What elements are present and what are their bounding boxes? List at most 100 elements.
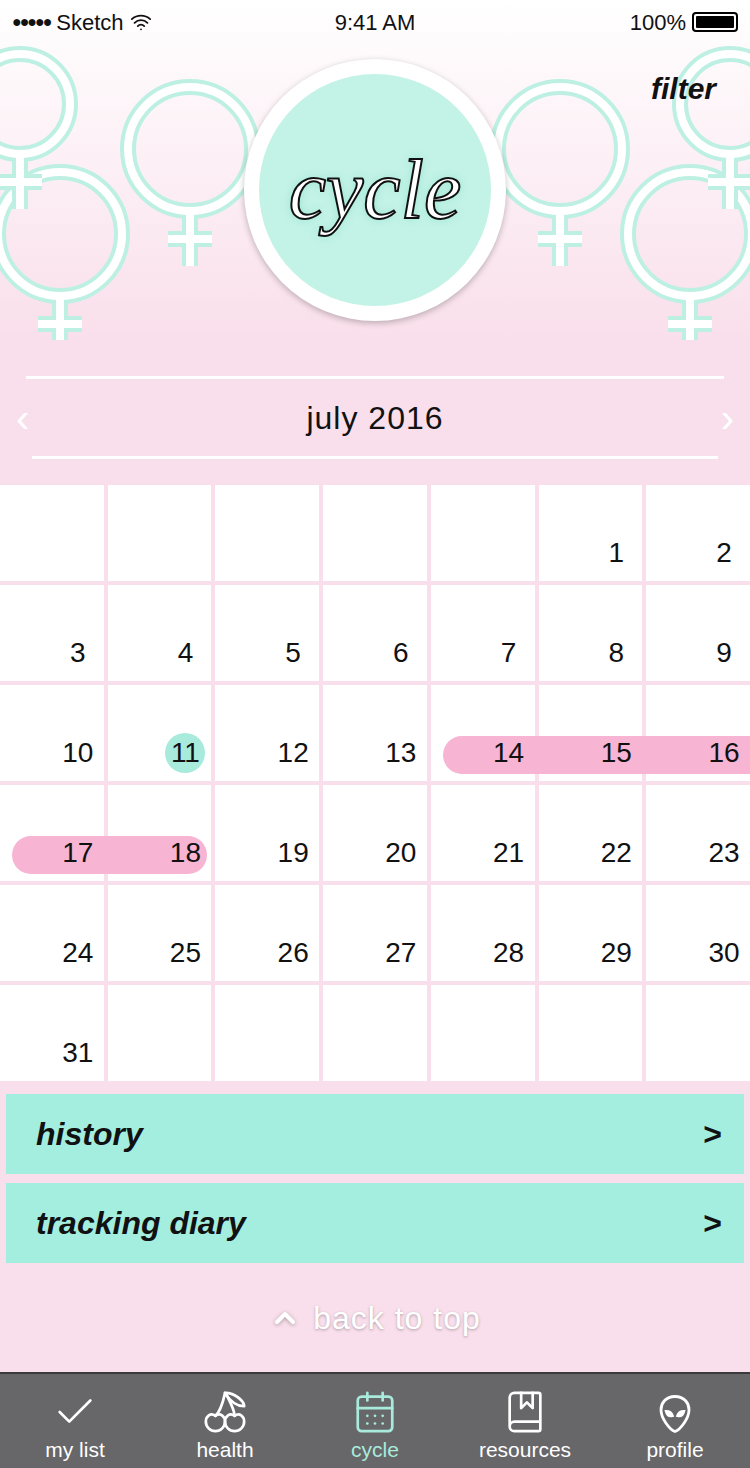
day-number	[273, 1033, 313, 1073]
logo-area: cycle filter	[0, 44, 750, 340]
calendar-day[interactable]: 7	[431, 585, 535, 681]
day-number: 6	[381, 633, 421, 673]
prev-month-button[interactable]: ‹	[16, 388, 29, 448]
calendar-day[interactable]: 17	[0, 785, 104, 881]
link-row[interactable]: tracking diary>	[6, 1183, 744, 1263]
calendar-day[interactable]: 11	[108, 685, 212, 781]
tab-item[interactable]: profile	[600, 1374, 750, 1468]
calendar-day[interactable]: 21	[431, 785, 535, 881]
calendar-day[interactable]	[0, 485, 104, 581]
tab-label: cycle	[351, 1439, 399, 1460]
calendar-day[interactable]	[323, 485, 427, 581]
calendar-day[interactable]: 9	[646, 585, 750, 681]
tab-item[interactable]: resources	[450, 1374, 600, 1468]
calendar-day[interactable]: 13	[323, 685, 427, 781]
day-number	[381, 533, 421, 573]
time: 9:41 AM	[335, 6, 416, 39]
filter-button[interactable]: filter	[651, 66, 716, 111]
calendar-day[interactable]	[108, 485, 212, 581]
day-number: 7	[489, 633, 529, 673]
day-number	[489, 533, 529, 573]
calendar-day[interactable]	[646, 985, 750, 1081]
calendar-day[interactable]	[431, 985, 535, 1081]
day-number: 1	[596, 533, 636, 573]
calendar-day[interactable]	[215, 985, 319, 1081]
day-number: 15	[596, 733, 636, 773]
day-number: 20	[381, 833, 421, 873]
link-label: tracking diary	[36, 1199, 246, 1247]
next-month-button[interactable]: ›	[721, 388, 734, 448]
calendar-day[interactable]: 16	[646, 685, 750, 781]
calendar-day[interactable]: 6	[323, 585, 427, 681]
carrier: Sketch	[56, 6, 123, 39]
calendar-day[interactable]: 26	[215, 885, 319, 981]
calendar-day[interactable]: 31	[0, 985, 104, 1081]
day-number: 3	[58, 633, 98, 673]
calendar-day[interactable]: 1	[539, 485, 643, 581]
link-row[interactable]: history>	[6, 1094, 744, 1174]
calendar-day[interactable]: 14	[431, 685, 535, 781]
calendar-day[interactable]: 18	[108, 785, 212, 881]
day-number: 28	[489, 933, 529, 973]
day-number: 27	[381, 933, 421, 973]
calendar-day[interactable]: 28	[431, 885, 535, 981]
calendar-day[interactable]: 10	[0, 685, 104, 781]
day-number	[165, 533, 205, 573]
calendar-day[interactable]: 23	[646, 785, 750, 881]
calendar-day[interactable]: 5	[215, 585, 319, 681]
tab-item[interactable]: health	[150, 1374, 300, 1468]
month-label: july 2016	[306, 394, 443, 442]
calendar-day[interactable]: 29	[539, 885, 643, 981]
day-number	[165, 1033, 205, 1073]
day-number: 16	[704, 733, 744, 773]
back-to-top[interactable]: back to top	[0, 1263, 750, 1372]
link-label: history	[36, 1110, 143, 1158]
day-number	[273, 533, 313, 573]
day-number: 18	[165, 833, 205, 873]
calendar-day[interactable]	[431, 485, 535, 581]
calendar-day[interactable]	[108, 985, 212, 1081]
calendar-day[interactable]: 15	[539, 685, 643, 781]
calendar-day[interactable]: 20	[323, 785, 427, 881]
logo: cycle	[244, 59, 506, 321]
day-number	[381, 1033, 421, 1073]
day-number: 17	[58, 833, 98, 873]
calendar-day[interactable]: 25	[108, 885, 212, 981]
battery-level: 100%	[630, 6, 686, 39]
tab-item[interactable]: cycle	[300, 1374, 450, 1468]
tab-label: resources	[479, 1439, 571, 1460]
day-number: 19	[273, 833, 313, 873]
day-number: 21	[489, 833, 529, 873]
calendar-day[interactable]: 22	[539, 785, 643, 881]
calendar-day[interactable]	[323, 985, 427, 1081]
calendar-day[interactable]	[215, 485, 319, 581]
calendar-day[interactable]: 4	[108, 585, 212, 681]
tab-bar: my listhealth cycle resources profile	[0, 1372, 750, 1468]
calendar-day[interactable]: 30	[646, 885, 750, 981]
wifi-icon	[130, 11, 152, 33]
back-to-top-label: back to top	[313, 1294, 481, 1342]
female-symbol-icon	[0, 54, 70, 209]
logo-title: cycle	[289, 148, 461, 232]
signal: ●●●●●	[12, 10, 50, 34]
calendar-day[interactable]: 27	[323, 885, 427, 981]
day-number: 26	[273, 933, 313, 973]
calendar-day[interactable]: 8	[539, 585, 643, 681]
calendar-day[interactable]: 19	[215, 785, 319, 881]
tab-icon	[352, 1389, 398, 1435]
day-number: 8	[596, 633, 636, 673]
calendar-day[interactable]: 12	[215, 685, 319, 781]
day-number: 13	[381, 733, 421, 773]
calendar-day[interactable]: 2	[646, 485, 750, 581]
caret-up-icon	[269, 1302, 301, 1334]
day-number: 12	[273, 733, 313, 773]
alien-icon	[654, 1393, 696, 1435]
day-number: 2	[704, 533, 744, 573]
tab-item[interactable]: my list	[0, 1374, 150, 1468]
calendar-day[interactable]: 24	[0, 885, 104, 981]
month-nav: ‹ july 2016 ›	[0, 340, 750, 485]
day-number: 11	[165, 733, 205, 773]
day-number: 23	[704, 833, 744, 873]
calendar-day[interactable]	[539, 985, 643, 1081]
calendar-day[interactable]: 3	[0, 585, 104, 681]
